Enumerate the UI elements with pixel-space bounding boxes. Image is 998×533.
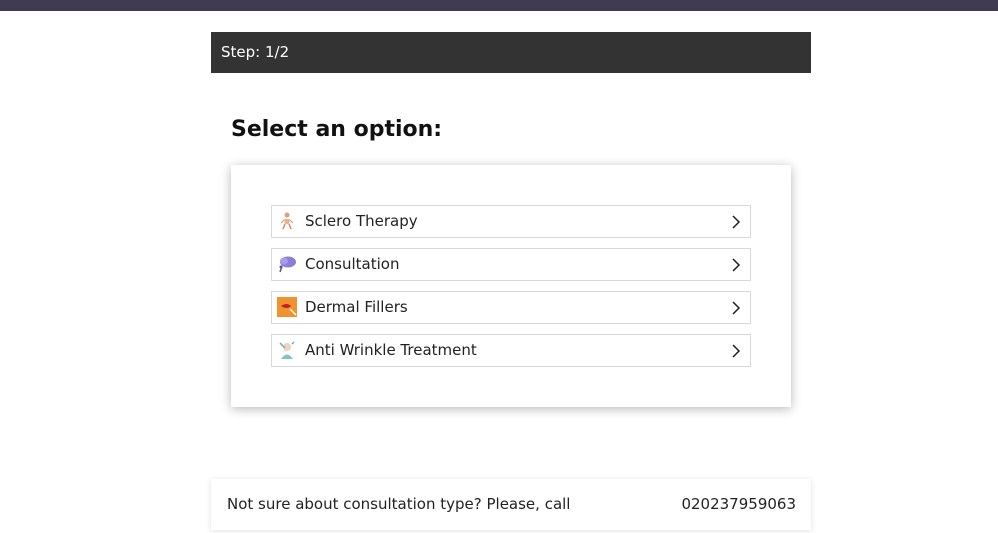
help-message: Not sure about consultation type? Please… [227,495,571,513]
chevron-right-icon [731,343,741,358]
option-label: Sclero Therapy [305,212,418,230]
option-label: Consultation [305,255,400,273]
face-treatment-icon [277,340,297,360]
person-figure-icon [277,211,297,231]
options-card: Sclero Therapy Consultation Dermal Fille… [231,165,791,407]
help-footer: Not sure about consultation type? Please… [211,479,811,530]
option-sclero-therapy[interactable]: Sclero Therapy [271,205,751,238]
top-header-bar [0,0,998,11]
options-list: Sclero Therapy Consultation Dermal Fille… [271,205,751,377]
step-label: Step: 1/2 [221,43,290,61]
chevron-right-icon [731,257,741,272]
page-title: Select an option: [231,117,443,142]
phone-number-link[interactable]: 020237959063 [681,479,796,530]
lips-filler-icon [277,297,297,317]
step-indicator: Step: 1/2 [211,32,811,73]
option-label: Dermal Fillers [305,298,408,316]
chevron-right-icon [731,214,741,229]
option-consultation[interactable]: Consultation [271,248,751,281]
speech-cloud-icon [277,254,297,274]
option-anti-wrinkle-treatment[interactable]: Anti Wrinkle Treatment [271,334,751,367]
option-dermal-fillers[interactable]: Dermal Fillers [271,291,751,324]
chevron-right-icon [731,300,741,315]
option-label: Anti Wrinkle Treatment [305,341,477,359]
